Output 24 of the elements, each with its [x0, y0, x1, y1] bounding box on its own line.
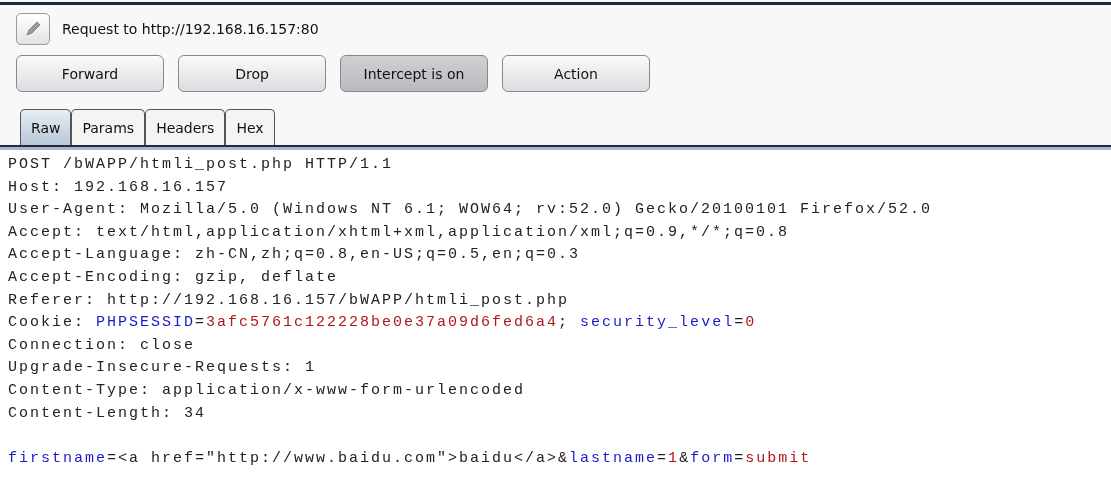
request-line: Connection: close — [8, 335, 196, 356]
request-line: Host: 192.168.16.157 — [8, 177, 229, 198]
request-line: POST /bWAPP/htmli_post.php HTTP/1.1 — [8, 155, 394, 175]
request-line: Cookie: PHPSESSID=3afc5761c122228be0e37a09d6fed6a4; security_level=0 — [8, 313, 757, 334]
tab[interactable]: Params — [71, 109, 146, 145]
action-button[interactable]: Action — [502, 55, 650, 92]
request-line: Accept-Encoding: gzip, deflate — [8, 267, 339, 288]
edit-button[interactable] — [16, 13, 50, 45]
request-line: Content-Type: application/x-www-form-urlencoded — [8, 380, 526, 401]
request-line: User-Agent: Mozilla/5.0 (Windows NT 6.1; WOW64; rv:52.0) Gecko/20100101 Firefox/52.0 — [8, 200, 933, 221]
request-label: Request to http://192.168.16.157:80 — [62, 21, 319, 37]
request-line: Content-Length: 34 — [8, 403, 207, 424]
tab[interactable]: Headers — [145, 109, 226, 145]
action-button[interactable]: Drop — [178, 55, 326, 92]
pencil-icon — [23, 19, 43, 39]
request-line: Accept-Language: zh-CN,zh;q=0.8,en-US;q=0.5,en;q=0.3 — [8, 245, 581, 266]
request-line: Upgrade-Insecure-Requests: 1 — [8, 358, 317, 379]
request-body: firstname=<a href="http://www.baidu.com">baidu</a>&lastname=1&form=submit — [8, 448, 812, 469]
tab[interactable]: Raw — [20, 109, 72, 145]
tab[interactable]: Hex — [225, 109, 275, 145]
request-line: Accept: text/html,application/xhtml+xml,application/xml;q=0.9,*/*;q=0.8 — [8, 222, 790, 243]
action-button[interactable]: Forward — [16, 55, 164, 92]
action-button[interactable]: Intercept is on — [340, 55, 488, 92]
request-line: Referer: http://192.168.16.157/bWAPP/htmli_post.php — [8, 290, 570, 311]
